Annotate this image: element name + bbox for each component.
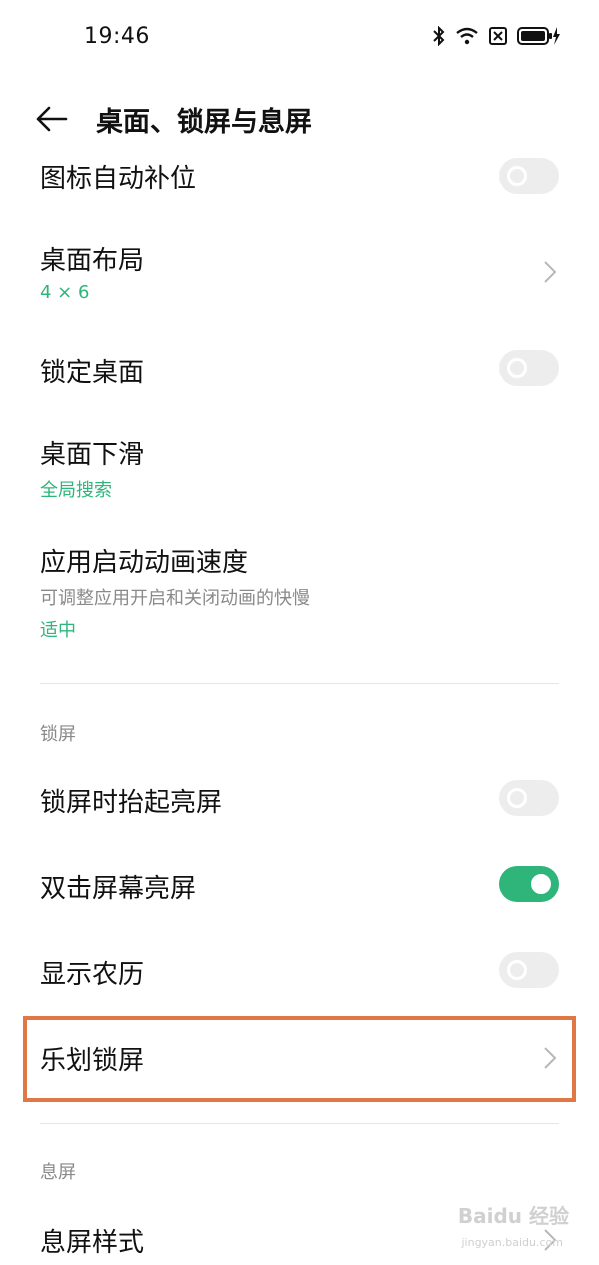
setting-value: 全局搜索 (40, 480, 112, 501)
lock-desktop-toggle[interactable] (499, 350, 559, 386)
double-tap-to-wake-toggle[interactable] (499, 866, 559, 902)
battery-charging-icon (517, 26, 561, 46)
no-sim-icon (489, 27, 507, 45)
setting-row-app-launch-animation-speed[interactable]: 应用启动动画速度 可调整应用开启和关闭动画的快慢 适中 (0, 540, 599, 650)
highlight-annotation-box (23, 1016, 576, 1102)
section-label-lock-screen: 锁屏 (40, 724, 76, 745)
wifi-icon (455, 27, 479, 45)
icon-auto-fill-toggle[interactable] (499, 158, 559, 194)
status-bar: 19:46 (0, 0, 599, 76)
toggle-knob (507, 960, 527, 980)
baidu-watermark-url: jingyan.baidu.com (461, 1236, 563, 1249)
toggle-knob (507, 788, 527, 808)
setting-value: 适中 (40, 620, 76, 641)
setting-row-desktop-layout[interactable]: 桌面布局 4 × 6 (0, 238, 599, 318)
setting-row-desktop-swipe-down[interactable]: 桌面下滑 全局搜索 (0, 432, 599, 512)
toggle-knob (507, 166, 527, 186)
setting-title: 锁屏时抬起亮屏 (40, 788, 223, 818)
toggle-knob (531, 874, 551, 894)
section-label-always-on-display: 息屏 (40, 1162, 76, 1183)
setting-value: 4 × 6 (40, 282, 90, 303)
baidu-watermark: Baidu 经验 (457, 1204, 569, 1228)
setting-description: 可调整应用开启和关闭动画的快慢 (40, 588, 310, 609)
chevron-right-icon (544, 261, 557, 283)
setting-row-double-tap-to-wake[interactable]: 双击屏幕亮屏 (0, 866, 599, 916)
setting-title: 桌面布局 (40, 246, 145, 276)
setting-title: 显示农历 (40, 960, 145, 990)
status-time: 19:46 (84, 24, 150, 49)
setting-title: 息屏样式 (40, 1228, 145, 1258)
setting-title: 应用启动动画速度 (40, 548, 249, 578)
setting-title: 图标自动补位 (40, 164, 197, 194)
setting-row-lock-desktop[interactable]: 锁定桌面 (0, 350, 599, 400)
setting-title: 锁定桌面 (40, 358, 145, 388)
setting-row-icon-auto-fill[interactable]: 图标自动补位 (0, 158, 599, 218)
show-lunar-calendar-toggle[interactable] (499, 952, 559, 988)
back-arrow-icon (36, 106, 68, 132)
page-title: 桌面、锁屏与息屏 (96, 107, 312, 138)
setting-row-raise-to-wake[interactable]: 锁屏时抬起亮屏 (0, 780, 599, 830)
status-icons (433, 26, 561, 46)
setting-title: 桌面下滑 (40, 440, 145, 470)
app-header: 桌面、锁屏与息屏 (0, 76, 599, 160)
bluetooth-icon (433, 26, 445, 46)
raise-to-wake-toggle[interactable] (499, 780, 559, 816)
section-divider (40, 683, 559, 684)
back-button[interactable] (34, 104, 70, 134)
setting-title: 双击屏幕亮屏 (40, 874, 197, 904)
section-divider (40, 1123, 559, 1124)
toggle-knob (507, 358, 527, 378)
setting-row-show-lunar-calendar[interactable]: 显示农历 (0, 952, 599, 1002)
